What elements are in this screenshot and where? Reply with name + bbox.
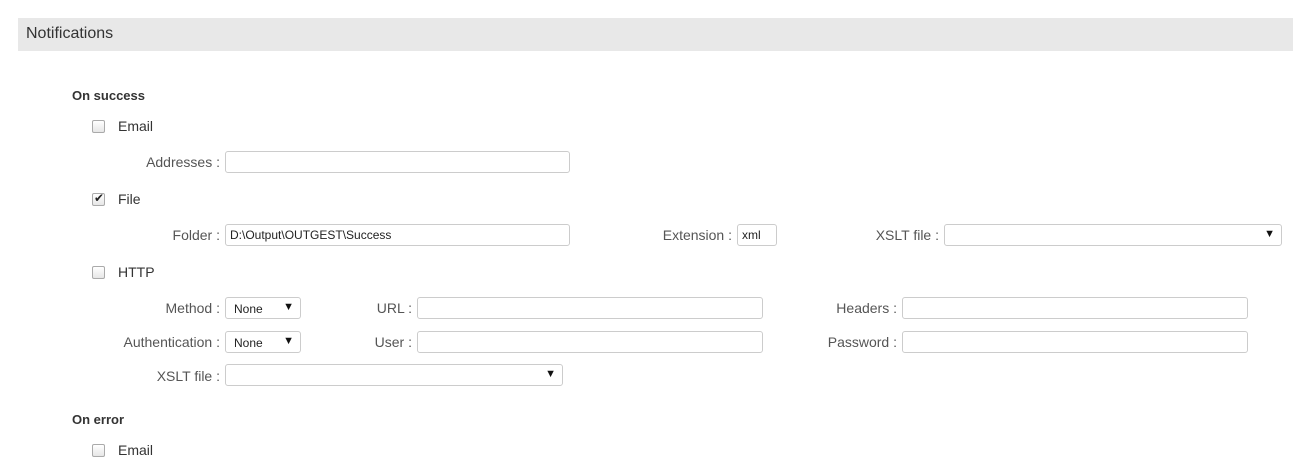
http-headers-input[interactable] (902, 297, 1248, 319)
http-headers-label: Headers : (836, 300, 897, 316)
http-auth-select[interactable]: None ▼ (225, 331, 301, 353)
http-xslt-label: XSLT file : (156, 368, 220, 384)
panel-header: Notifications (18, 18, 1293, 51)
checkmark-icon: ✔ (94, 191, 105, 205)
http-url-label: URL : (376, 300, 412, 316)
chevron-down-icon: ▼ (283, 335, 294, 347)
panel-title: Notifications (26, 25, 114, 42)
success-http-checkbox[interactable] (92, 266, 105, 279)
success-email-label: Email (118, 118, 154, 134)
chevron-down-icon: ▼ (1264, 228, 1275, 240)
http-auth-label: Authentication : (123, 334, 220, 350)
on-error-title: On error (72, 412, 125, 427)
success-extension-input[interactable] (737, 224, 777, 246)
http-xslt-select[interactable]: ▼ (225, 364, 563, 386)
http-method-select[interactable]: None ▼ (225, 297, 301, 319)
on-success-title: On success (72, 88, 145, 103)
success-http-label: HTTP (118, 264, 155, 280)
success-folder-label: Folder : (172, 227, 220, 243)
http-user-label: User : (374, 334, 412, 350)
error-email-checkbox[interactable] (92, 444, 105, 457)
http-user-input[interactable] (417, 331, 763, 353)
http-method-value: None (234, 302, 263, 316)
success-extension-label: Extension : (662, 227, 732, 243)
success-addresses-label: Addresses : (146, 154, 220, 170)
success-file-checkbox[interactable]: ✔ (92, 191, 105, 206)
error-email-label: Email (118, 442, 154, 458)
success-file-label: File (118, 191, 141, 207)
http-method-label: Method : (165, 300, 220, 316)
success-xslt-label: XSLT file : (875, 227, 939, 243)
success-email-checkbox[interactable] (92, 120, 105, 133)
success-folder-input[interactable] (225, 224, 570, 246)
success-xslt-select[interactable]: ▼ (944, 224, 1282, 246)
chevron-down-icon: ▼ (283, 301, 294, 313)
http-password-input[interactable] (902, 331, 1248, 353)
http-auth-value: None (234, 336, 263, 350)
success-addresses-input[interactable] (225, 151, 570, 173)
http-password-label: Password : (827, 334, 897, 350)
http-url-input[interactable] (417, 297, 763, 319)
chevron-down-icon: ▼ (545, 368, 556, 380)
